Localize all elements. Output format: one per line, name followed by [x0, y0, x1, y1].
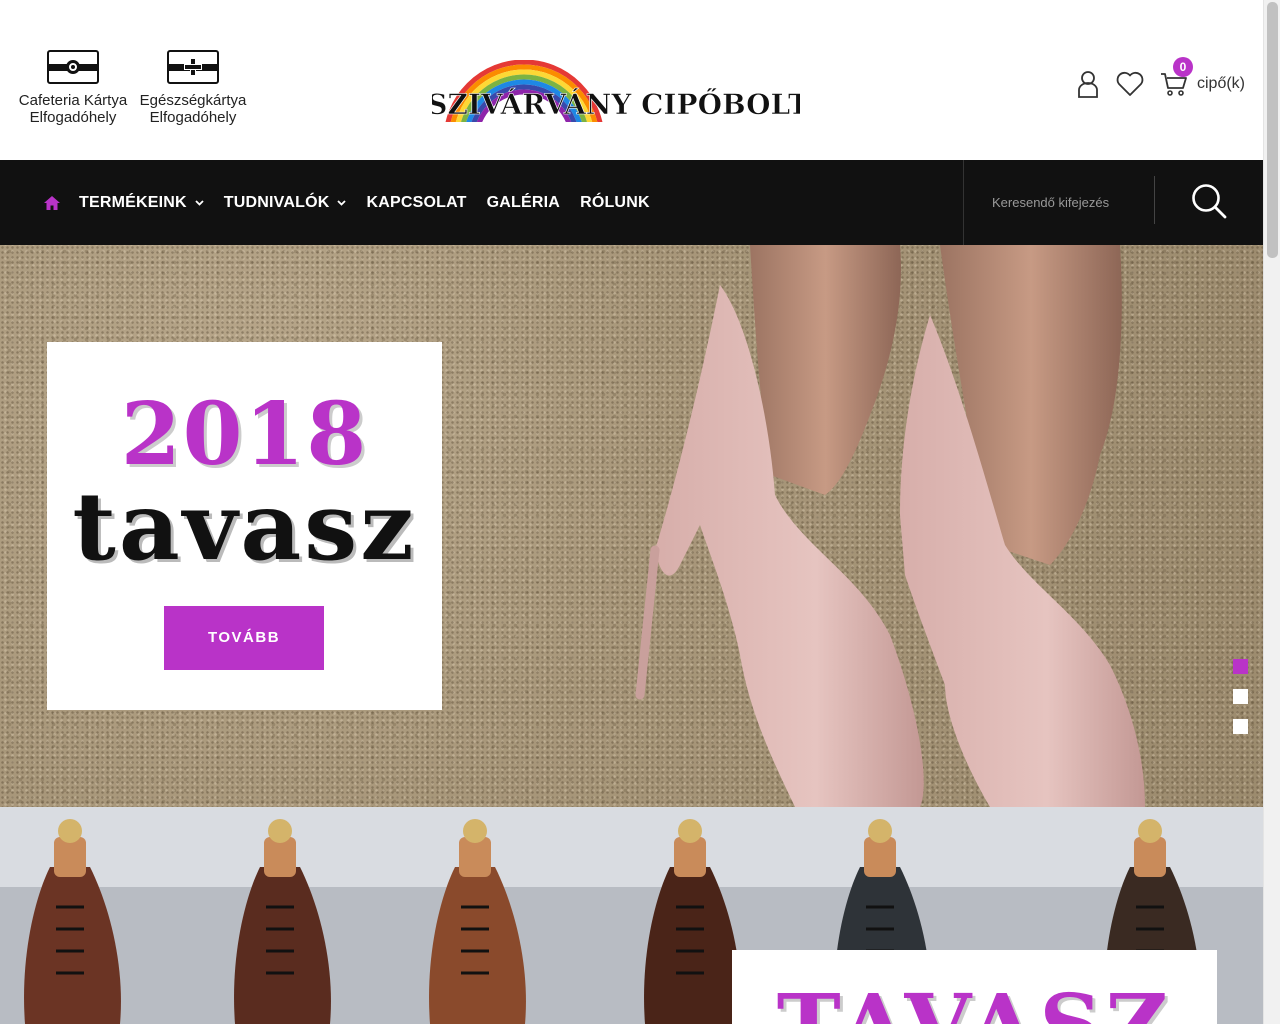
home-icon[interactable]	[44, 195, 60, 210]
slider-pagination	[1233, 659, 1249, 749]
cafeteria-card-badge[interactable]: Cafeteria Kártya Elfogadóhely	[8, 50, 138, 126]
shoe-tree-knob	[678, 819, 702, 843]
logo-text: SZIVÁRVÁNY CIPŐBOLT	[432, 87, 800, 121]
site-logo[interactable]: SZIVÁRVÁNY CIPŐBOLT	[432, 60, 800, 124]
shoe-tree-knob	[1138, 819, 1162, 843]
promo-season: tavasz	[72, 472, 417, 582]
slide-dot-2[interactable]	[1233, 689, 1248, 704]
health-card-badge[interactable]: Egészségkártya Elfogadóhely	[128, 50, 258, 126]
promo2-season: TAVASZ	[732, 984, 1217, 1024]
shoe-tree-knob	[463, 819, 487, 843]
nav-item-tudnivalok[interactable]: TUDNIVALÓK	[224, 194, 347, 212]
cart-icon[interactable]: 0	[1153, 57, 1195, 105]
nav-item-kapcsolat[interactable]: KAPCSOLAT	[366, 194, 466, 212]
header-actions: 0 cipő(k)	[1067, 57, 1245, 106]
health-card-icon	[167, 50, 219, 84]
cafeteria-card-label: Cafeteria Kártya Elfogadóhely	[18, 92, 128, 126]
promo-year: 2018	[120, 384, 369, 485]
search-input[interactable]	[992, 190, 1152, 214]
nav-item-galeria[interactable]: GALÉRIA	[487, 194, 560, 212]
shoe-tree-knob	[58, 819, 82, 843]
search-divider	[1154, 176, 1155, 224]
shoe-tree-knob	[868, 819, 892, 843]
scrollbar-thumb[interactable]	[1267, 2, 1278, 258]
health-card-label: Egészségkártya Elfogadóhely	[139, 92, 247, 126]
card-icon	[47, 50, 99, 84]
search-box	[963, 160, 1263, 245]
hero-image-pink-heels	[635, 245, 1145, 807]
account-icon[interactable]	[1067, 63, 1109, 105]
slide-dot-3[interactable]	[1233, 719, 1248, 734]
wishlist-heart-icon[interactable]	[1109, 63, 1151, 105]
search-icon[interactable]	[1190, 182, 1228, 220]
main-nav: TERMÉKEINK TUDNIVALÓK KAPCSOLAT GALÉRIA …	[0, 160, 1263, 245]
site-header: Cafeteria Kártya Elfogadóhely Egészségká…	[0, 0, 1263, 160]
slide-dot-1[interactable]	[1233, 659, 1248, 674]
tovabb-button[interactable]: TOVÁBB	[164, 606, 324, 670]
shoe-tree-knob	[268, 819, 292, 843]
chevron-down-icon	[195, 199, 204, 206]
hero-promo-box: 2018 tavasz TOVÁBB	[47, 342, 442, 710]
page-scrollbar[interactable]	[1263, 0, 1280, 1024]
cart-label[interactable]: cipő(k)	[1197, 75, 1245, 93]
nav-item-rolunk[interactable]: RÓLUNK	[580, 194, 650, 212]
nav-item-termekeink[interactable]: TERMÉKEINK	[79, 194, 204, 212]
hero2-promo-box: TAVASZ	[732, 950, 1217, 1024]
chevron-down-icon	[337, 199, 347, 206]
cart-count-badge: 0	[1172, 57, 1193, 77]
